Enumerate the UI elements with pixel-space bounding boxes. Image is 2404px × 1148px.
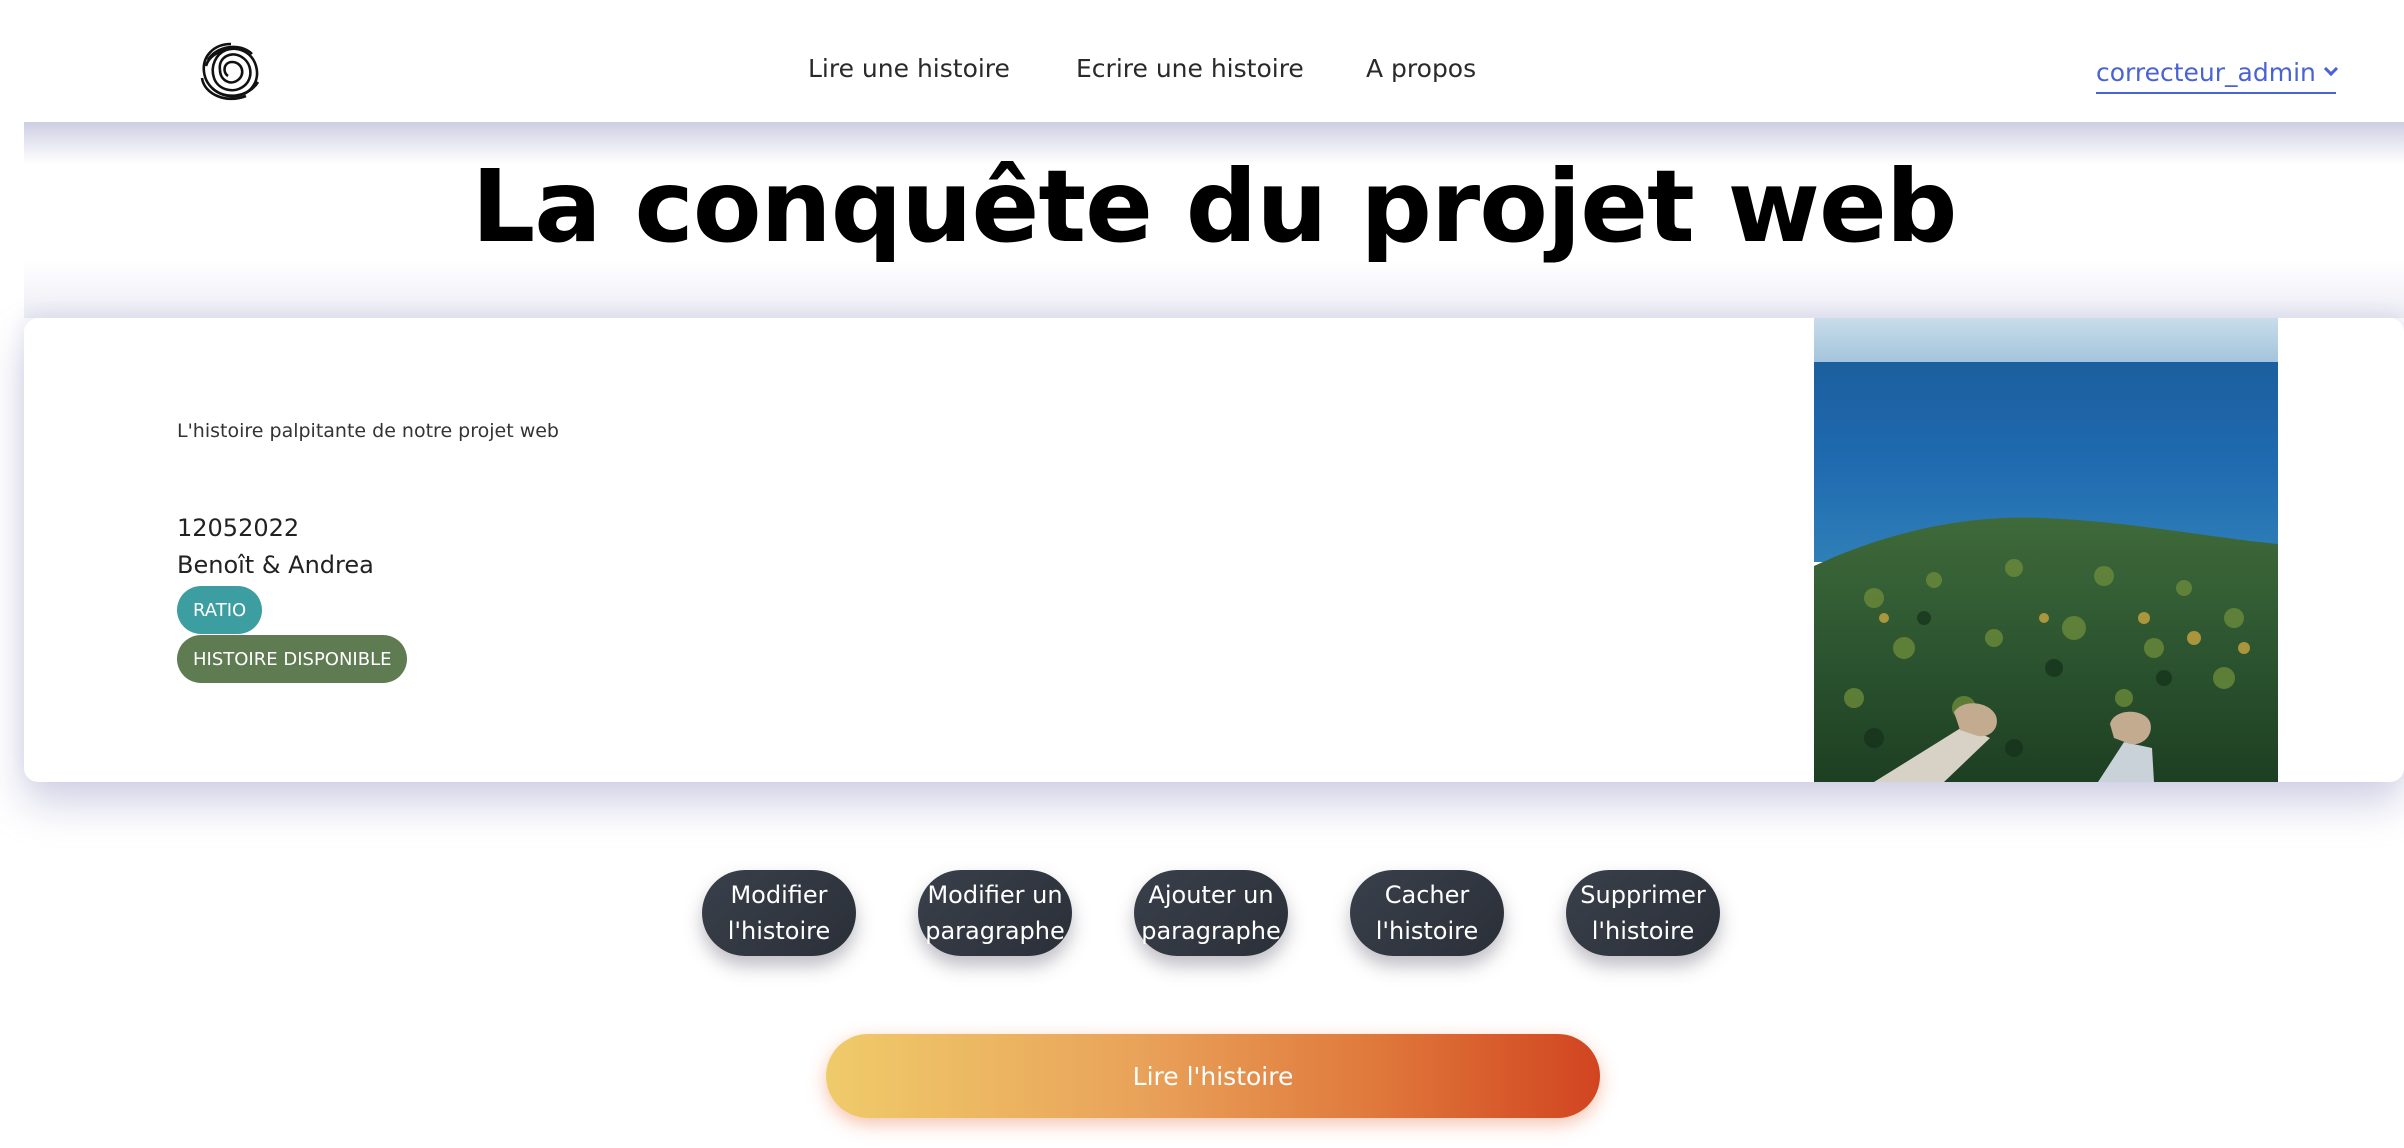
nav-link-read-story[interactable]: Lire une histoire <box>808 54 1010 83</box>
page-title: La conquête du projet web <box>471 148 1958 265</box>
nav-link-about[interactable]: A propos <box>1366 54 1476 83</box>
story-description: L'histoire palpitante de notre projet we… <box>177 420 559 442</box>
story-date: 12052022 <box>177 514 300 542</box>
nav-link-write-story[interactable]: Ecrire une histoire <box>1076 54 1304 83</box>
edit-paragraph-button[interactable]: Modifier un paragraphe <box>918 870 1072 956</box>
ratio-badge: RATIO <box>177 586 263 634</box>
aerial-forest-image <box>1814 318 2278 782</box>
top-navbar: Lire une histoire Ecrire une histoire A … <box>0 0 2404 122</box>
swirl-logo-icon[interactable] <box>196 38 266 104</box>
availability-badge: HISTOIRE DISPONIBLE <box>177 635 408 683</box>
read-story-button[interactable]: Lire l'histoire <box>826 1034 1600 1118</box>
add-paragraph-button[interactable]: Ajouter un paragraphe <box>1134 870 1288 956</box>
story-cover-image <box>1814 318 2278 782</box>
story-authors: Benoît & Andrea <box>177 551 374 579</box>
chevron-down-icon <box>2323 61 2338 77</box>
edit-story-button[interactable]: Modifier l'histoire <box>702 870 856 956</box>
story-card: L'histoire palpitante de notre projet we… <box>24 318 2404 782</box>
hide-story-button[interactable]: Cacher l'histoire <box>1350 870 1504 956</box>
user-name: correcteur_admin <box>2096 57 2316 87</box>
user-menu-dropdown[interactable]: correcteur_admin <box>2096 56 2338 94</box>
delete-story-button[interactable]: Supprimer l'histoire <box>1566 870 1720 956</box>
